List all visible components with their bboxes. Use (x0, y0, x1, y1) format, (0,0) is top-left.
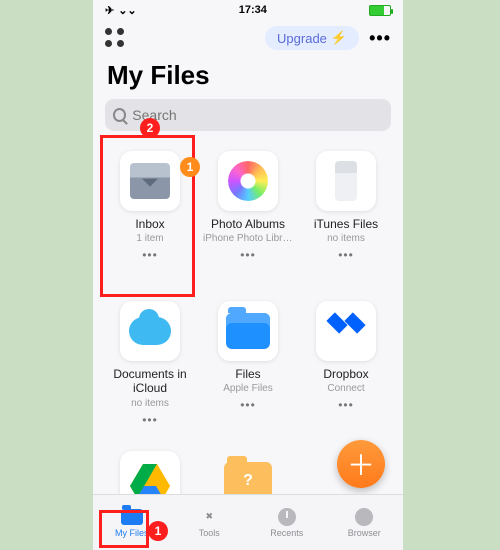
clock: 17:34 (239, 4, 267, 16)
tile-more-icon[interactable]: ••• (338, 398, 354, 412)
bolt-icon: ⚡ (331, 30, 347, 46)
tile-more-icon[interactable]: ••• (142, 248, 158, 262)
clock-icon (278, 508, 296, 526)
files-grid: Inbox 1 item ••• Photo Albums iPhone Pho… (93, 141, 403, 550)
upgrade-button[interactable]: Upgrade ⚡ (265, 26, 359, 50)
dropbox-icon (326, 313, 366, 349)
tab-bar: My Files ✖︎ Tools Recents Browser (93, 494, 403, 550)
tab-tools[interactable]: ✖︎ Tools (171, 495, 249, 550)
tile-photo-albums[interactable]: Photo Albums iPhone Photo Libra... ••• (199, 145, 297, 295)
files-icon (226, 313, 270, 349)
tile-more-icon[interactable]: ••• (142, 413, 158, 427)
status-bar: ✈︎ ⌄⌄ 17:34 (93, 0, 403, 20)
google-drive-icon (130, 464, 170, 498)
tile-more-icon[interactable]: ••• (338, 248, 354, 262)
tile-itunes-files[interactable]: iTunes Files no items ••• (297, 145, 395, 295)
page-title: My Files (93, 56, 403, 99)
annotation-badge-tab-1: 1 (148, 521, 168, 541)
search-icon (113, 108, 126, 122)
tile-more-icon[interactable]: ••• (240, 248, 256, 262)
folder-icon (121, 509, 143, 525)
tab-recents[interactable]: Recents (248, 495, 326, 550)
annotation-badge-2: 2 (140, 118, 160, 138)
phone-frame: ✈︎ ⌄⌄ 17:34 Upgrade ⚡ ••• My Files Inbox… (93, 0, 403, 550)
tile-files[interactable]: Files Apple Files ••• (199, 295, 297, 445)
compass-icon (355, 508, 373, 526)
tile-dropbox[interactable]: Dropbox Connect ••• (297, 295, 395, 445)
apps-grid-icon[interactable] (105, 28, 125, 48)
inbox-icon (130, 163, 170, 199)
icloud-icon (129, 317, 171, 345)
tools-icon: ✖︎ (198, 508, 220, 526)
top-bar: Upgrade ⚡ ••• (93, 20, 403, 56)
search-input[interactable] (132, 107, 383, 123)
annotation-badge-1: 1 (180, 157, 200, 177)
airplane-icon: ✈︎ (105, 4, 114, 17)
tile-documents-icloud[interactable]: Documents in iCloud no items ••• (101, 295, 199, 445)
more-menu-icon[interactable]: ••• (369, 28, 391, 49)
add-button[interactable]: ＋ (337, 440, 385, 488)
itunes-icon (335, 161, 357, 201)
tab-browser[interactable]: Browser (326, 495, 404, 550)
photos-icon (228, 161, 268, 201)
wifi-icon: ⌄⌄ (118, 4, 136, 17)
tile-more-icon[interactable]: ••• (240, 398, 256, 412)
battery-icon (369, 5, 391, 16)
